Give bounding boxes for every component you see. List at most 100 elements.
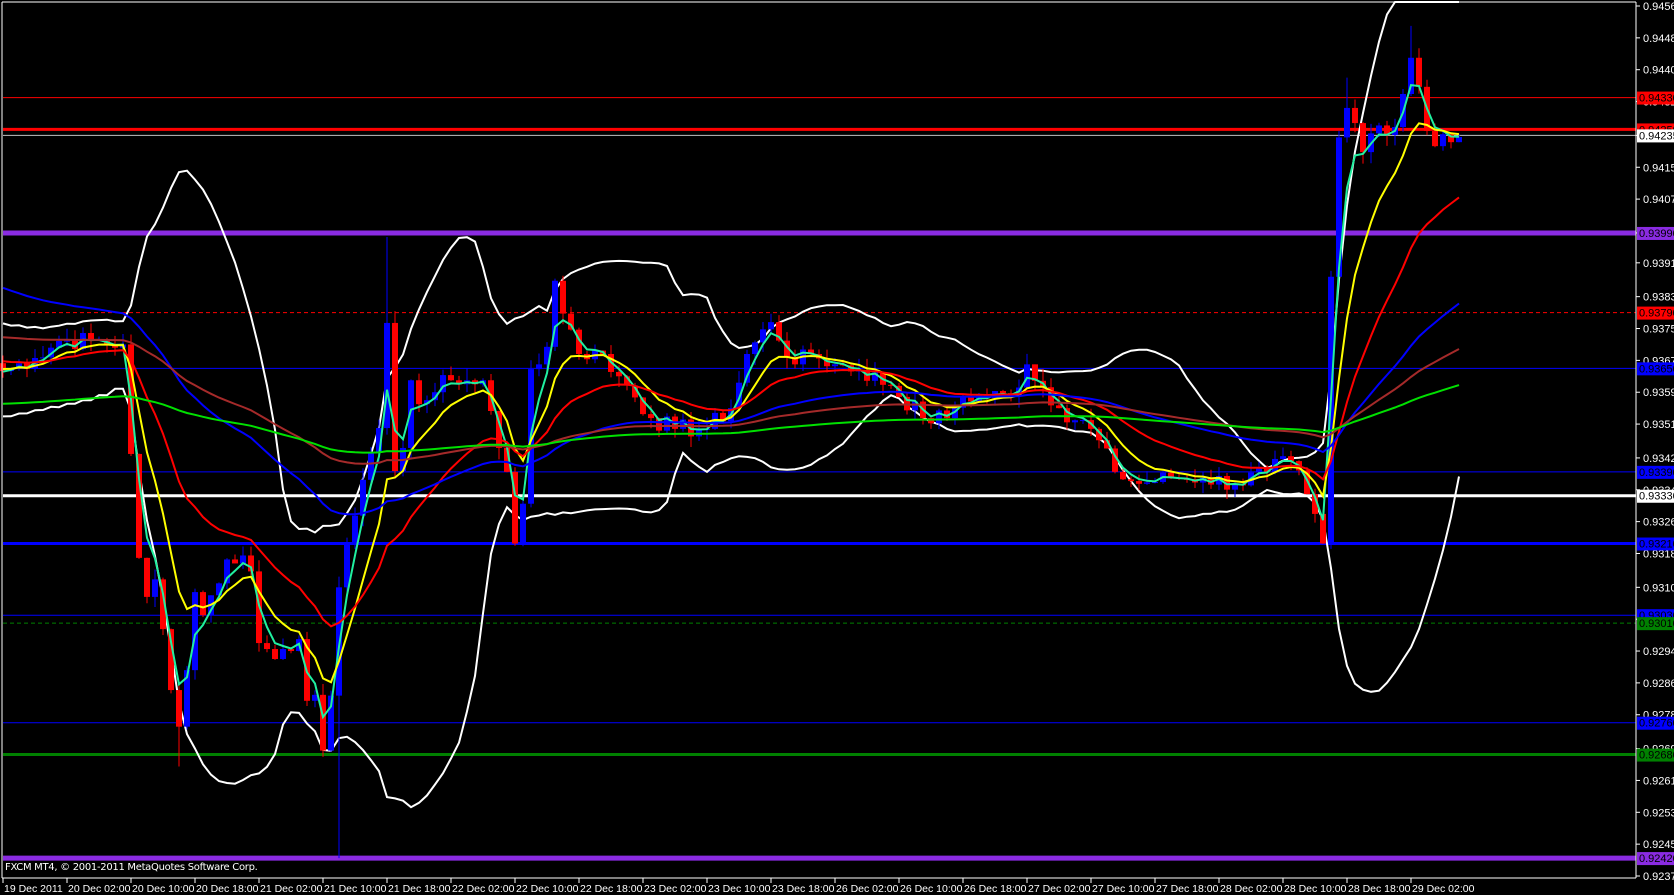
candle-body: [1136, 481, 1142, 484]
candle: [232, 554, 238, 564]
candle-body: [1344, 107, 1350, 138]
time-tick-label: 23 Dec 18:00: [772, 883, 835, 895]
candle: [16, 359, 22, 371]
candle-body: [392, 322, 398, 472]
candle-body: [1376, 125, 1382, 134]
bollinger-upper-line: [2, 1, 1459, 534]
price-tick-label: 0.94075: [1643, 194, 1674, 206]
candle-body: [352, 515, 358, 544]
level-price-label: 0.93010: [1637, 617, 1674, 631]
candle: [264, 635, 270, 653]
candle: [1352, 99, 1358, 133]
candle-body: [1056, 405, 1062, 409]
candle-body: [264, 643, 270, 650]
time-tick-label: 26 Dec 10:00: [900, 883, 963, 895]
candle-body: [1144, 482, 1150, 484]
candle-body: [448, 375, 454, 381]
price-tick-label: 0.93830: [1643, 292, 1674, 304]
time-tick-label: 27 Dec 18:00: [1156, 883, 1219, 895]
candle-body: [0, 363, 6, 372]
price-tick-label: 0.93750: [1643, 324, 1674, 336]
candle-body: [648, 414, 654, 419]
level-label-text: 0.93990: [1639, 228, 1674, 240]
price-tick-label: 0.93425: [1643, 453, 1674, 465]
level-price-label: 0.92680: [1637, 748, 1674, 762]
price-tick-label: 0.92940: [1643, 646, 1674, 658]
time-tick-label: 26 Dec 18:00: [964, 883, 1027, 895]
time-tick-label: 21 Dec 18:00: [388, 883, 451, 895]
candle: [144, 557, 150, 604]
time-tick-label: 27 Dec 02:00: [1028, 883, 1091, 895]
candle: [1280, 447, 1286, 461]
candle-body: [1000, 391, 1006, 394]
candle: [272, 644, 278, 660]
candle-body: [232, 559, 238, 564]
time-tick-label: 28 Dec 18:00: [1348, 883, 1411, 895]
price-tick-label: 0.92860: [1643, 678, 1674, 690]
time-tick-label: 19 Dec 2011: [4, 883, 63, 895]
time-tick-label: 28 Dec 02:00: [1220, 883, 1283, 895]
level-price-label: 0.92760: [1637, 716, 1674, 730]
time-tick-label: 20 Dec 10:00: [132, 883, 195, 895]
candle: [1144, 471, 1150, 485]
level-label-text: 0.93210: [1639, 539, 1674, 551]
price-tick-label: 0.94560: [1643, 1, 1674, 13]
time-tick-label: 28 Dec 10:00: [1284, 883, 1347, 895]
candle: [320, 684, 326, 757]
candle: [152, 569, 158, 607]
price-tick-label: 0.94155: [1643, 162, 1674, 174]
level-label-text: 0.93790: [1639, 308, 1674, 320]
candle: [40, 345, 46, 359]
candle-body: [1024, 364, 1030, 388]
level-label-text: 0.93390: [1639, 467, 1674, 479]
time-tick-label: 20 Dec 02:00: [68, 883, 131, 895]
time-tick-label: 23 Dec 10:00: [708, 883, 771, 895]
candle-body: [152, 579, 158, 597]
candle-body: [176, 690, 182, 727]
price-chart[interactable]: 0.945600.944800.944000.943200.942350.941…: [0, 0, 1674, 895]
candle-body: [1360, 123, 1366, 153]
candle: [464, 368, 470, 393]
copyright-text: FXCM MT4, © 2001-2011 MetaQuotes Softwar…: [5, 862, 258, 873]
level-label-text: 0.94330: [1639, 93, 1674, 105]
candle: [800, 345, 806, 371]
level-price-labels: 0.943300.942500.942350.939900.937900.936…: [1637, 91, 1674, 866]
candle-body: [1440, 134, 1446, 147]
horizontal-levels: [3, 97, 1636, 861]
level-price-label: 0.93790: [1637, 306, 1674, 320]
level-price-label: 0.93390: [1637, 465, 1674, 479]
candle: [592, 344, 598, 364]
price-tick-label: 0.93590: [1643, 387, 1674, 399]
candle: [0, 355, 6, 378]
time-tick-label: 22 Dec 18:00: [580, 883, 643, 895]
candle-body: [144, 557, 150, 597]
candle: [280, 638, 286, 660]
level-price-label: 0.93650: [1637, 362, 1674, 376]
candle: [816, 349, 822, 369]
level-price-label: 0.92420: [1637, 852, 1674, 866]
price-tick-label: 0.92375: [1643, 871, 1674, 883]
candle-body: [520, 503, 526, 544]
candle-body: [1352, 107, 1358, 124]
candle-body: [1432, 131, 1438, 147]
candle: [32, 349, 38, 373]
level-price-label: 0.93330: [1637, 489, 1674, 503]
candle: [1360, 122, 1366, 164]
price-tick-label: 0.92615: [1643, 775, 1674, 787]
candle-body: [272, 649, 278, 659]
time-tick-label: 21 Dec 10:00: [324, 883, 387, 895]
time-tick-label: 20 Dec 18:00: [196, 883, 259, 895]
candle-body: [1416, 57, 1422, 87]
time-tick-label: 22 Dec 02:00: [452, 883, 515, 895]
candle: [1344, 77, 1350, 143]
candle-body: [416, 380, 422, 405]
level-label-text: 0.93010: [1639, 618, 1674, 630]
candle-body: [1120, 471, 1126, 480]
level-label-text: 0.92420: [1639, 853, 1674, 865]
candle: [336, 576, 342, 859]
time-tick-label: 21 Dec 02:00: [260, 883, 323, 895]
level-label-text: 0.93330: [1639, 491, 1674, 503]
level-price-label: 0.94235: [1637, 129, 1674, 143]
time-tick-label: 23 Dec 02:00: [644, 883, 707, 895]
candle-body: [1072, 420, 1078, 423]
